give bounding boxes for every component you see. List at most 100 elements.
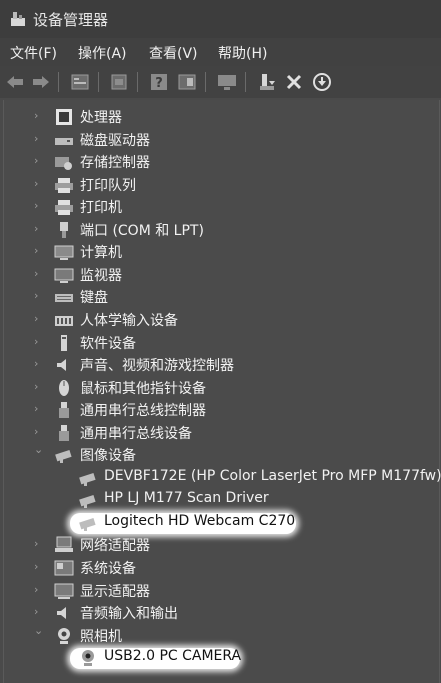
audio-io-icon — [54, 604, 74, 622]
chevron-right-icon[interactable]: › — [34, 245, 44, 257]
tree-item-label: 端口 (COM 和 LPT) — [80, 222, 204, 239]
chevron-right-icon[interactable]: › — [34, 132, 44, 145]
chevron-right-icon[interactable]: › — [34, 290, 44, 302]
tree-category-port[interactable]: › 端口 (COM 和 LPT) — [4, 219, 439, 241]
tree-category-processor[interactable]: › 处理器 — [4, 106, 439, 128]
tree-item-label: 打印机 — [80, 200, 122, 217]
tree-item-label: 声音、视频和游戏控制器 — [80, 358, 234, 375]
menu-file[interactable]: 文件(F) — [10, 43, 57, 63]
tree-category-display-adapter[interactable]: › 显示适配器 — [4, 580, 439, 602]
help-icon[interactable]: ? — [148, 71, 170, 93]
device-manager-icon — [9, 10, 27, 32]
printer-icon — [54, 176, 74, 194]
tree-item-label: 计算机 — [80, 245, 122, 262]
chevron-right-icon[interactable]: › — [34, 222, 44, 235]
tree-item-label: 软件设备 — [80, 335, 136, 352]
tree-item-label: 系统设备 — [80, 561, 136, 577]
tree-device[interactable]: Logitech HD Webcam C270 — [4, 512, 439, 534]
chevron-down-icon[interactable]: ⌄ — [34, 444, 44, 456]
tree-category-software-device[interactable]: › 软件设备 — [4, 332, 439, 354]
menu-action[interactable]: 操作(A) — [78, 43, 127, 63]
back-icon[interactable] — [4, 71, 26, 93]
monitor-icon[interactable] — [216, 71, 238, 93]
chevron-right-icon[interactable]: › — [34, 358, 44, 370]
tree-category-hid[interactable]: › 人体学输入设备 — [4, 309, 439, 331]
tree-category-disk[interactable]: › 磁盘驱动器 — [4, 129, 439, 151]
scanner-icon — [78, 514, 98, 532]
tree-category-printer[interactable]: › 打印队列 — [4, 174, 439, 196]
update-driver-icon[interactable] — [256, 71, 278, 93]
menu-help[interactable]: 帮助(H) — [218, 43, 267, 63]
tree-item-label: 鼠标和其他指针设备 — [80, 380, 206, 397]
chevron-right-icon[interactable]: › — [34, 177, 44, 190]
mouse-icon — [54, 379, 74, 397]
chevron-right-icon[interactable]: › — [34, 267, 44, 280]
tree-device[interactable]: HP LJ M177 Scan Driver — [4, 489, 439, 511]
chevron-right-icon[interactable]: › — [34, 561, 44, 573]
chevron-right-icon[interactable]: › — [34, 606, 44, 618]
tree-device[interactable]: USB2.0 PC CAMERA — [4, 647, 439, 670]
chevron-right-icon[interactable]: › — [34, 583, 44, 596]
usb-icon — [54, 401, 74, 419]
tree-category-sound[interactable]: › 声音、视频和游戏控制器 — [4, 354, 439, 376]
chevron-right-icon[interactable]: › — [34, 200, 44, 212]
tree-category-audio-io[interactable]: › 音频输入和输出 — [4, 602, 439, 624]
tree-item-label: 处理器 — [80, 110, 122, 126]
hid-icon — [54, 311, 74, 329]
disk-icon — [54, 131, 74, 149]
chevron-right-icon[interactable]: › — [34, 335, 44, 348]
uninstall-icon[interactable] — [283, 71, 305, 93]
chevron-right-icon[interactable]: › — [34, 538, 44, 550]
network-adapter-icon — [54, 536, 74, 554]
tree-category-printer[interactable]: › 打印机 — [4, 196, 439, 218]
forward-icon[interactable] — [30, 71, 52, 93]
keyboard-icon — [54, 288, 74, 306]
toolbar-separator — [58, 72, 59, 92]
monitor-icon — [54, 266, 74, 284]
toolbar-separator — [98, 72, 99, 92]
tree-category-mouse[interactable]: › 鼠标和其他指针设备 — [4, 377, 439, 399]
tree-device-label: Logitech HD Webcam C270 — [104, 512, 296, 529]
tree-device-label: USB2.0 PC CAMERA — [104, 648, 242, 665]
tree-category-usb[interactable]: › 通用串行总线设备 — [4, 422, 439, 444]
tree-category-usb[interactable]: › 通用串行总线控制器 — [4, 399, 439, 421]
chevron-down-icon[interactable]: ⌄ — [34, 624, 44, 637]
chevron-right-icon[interactable]: › — [34, 425, 44, 438]
tree-item-label: 打印队列 — [80, 177, 136, 194]
camera-icon — [54, 627, 74, 645]
menu-view[interactable]: 查看(V) — [149, 43, 198, 63]
toolbar-separator — [205, 72, 206, 92]
tree-item-label: 监视器 — [80, 267, 122, 284]
tree-category-keyboard[interactable]: › 键盘 — [4, 286, 439, 308]
show-hidden-icon[interactable] — [176, 71, 198, 93]
tree-device[interactable]: DEVBF172E (HP Color LaserJet Pro MFP M17… — [4, 467, 441, 489]
device-tree: › 处理器 › 磁盘驱动器 › 存储控制器 › 打印队列 › 打印机 › 端口 (COM 和 LPT)… — [3, 100, 441, 683]
tree-category-monitor[interactable]: › 监视器 — [4, 264, 439, 286]
tree-category-computer[interactable]: › 计算机 — [4, 241, 439, 263]
chevron-right-icon[interactable]: › — [34, 155, 44, 167]
chevron-right-icon[interactable]: › — [34, 380, 44, 393]
tree-item-label: 音频输入和输出 — [80, 606, 178, 623]
update-list-icon[interactable] — [108, 71, 130, 93]
storage-controller-icon — [54, 153, 74, 171]
properties-icon[interactable] — [69, 71, 91, 93]
imaging-device-icon — [54, 446, 74, 464]
chevron-right-icon[interactable]: › — [34, 312, 44, 325]
tree-category-imaging-device[interactable]: ⌄ 图像设备 — [4, 444, 439, 466]
chevron-right-icon[interactable]: › — [34, 110, 44, 122]
toolbar-separator — [137, 72, 138, 92]
title-bar: 设备管理器 — [0, 0, 441, 38]
tree-device-label: HP LJ M177 Scan Driver — [104, 490, 269, 507]
tree-item-label: 网络适配器 — [80, 538, 150, 555]
tree-category-network-adapter[interactable]: › 网络适配器 — [4, 534, 439, 556]
tree-category-storage-controller[interactable]: › 存储控制器 — [4, 151, 439, 173]
processor-icon — [54, 108, 74, 126]
tree-category-camera[interactable]: ⌄ 照相机 — [4, 624, 439, 647]
computer-icon — [54, 243, 74, 261]
window-title: 设备管理器 — [33, 11, 109, 29]
tree-category-system-device[interactable]: › 系统设备 — [4, 557, 439, 579]
scan-icon[interactable] — [311, 71, 333, 93]
system-device-icon — [54, 559, 74, 577]
svg-text:?: ? — [155, 76, 163, 91]
chevron-right-icon[interactable]: › — [34, 403, 44, 415]
